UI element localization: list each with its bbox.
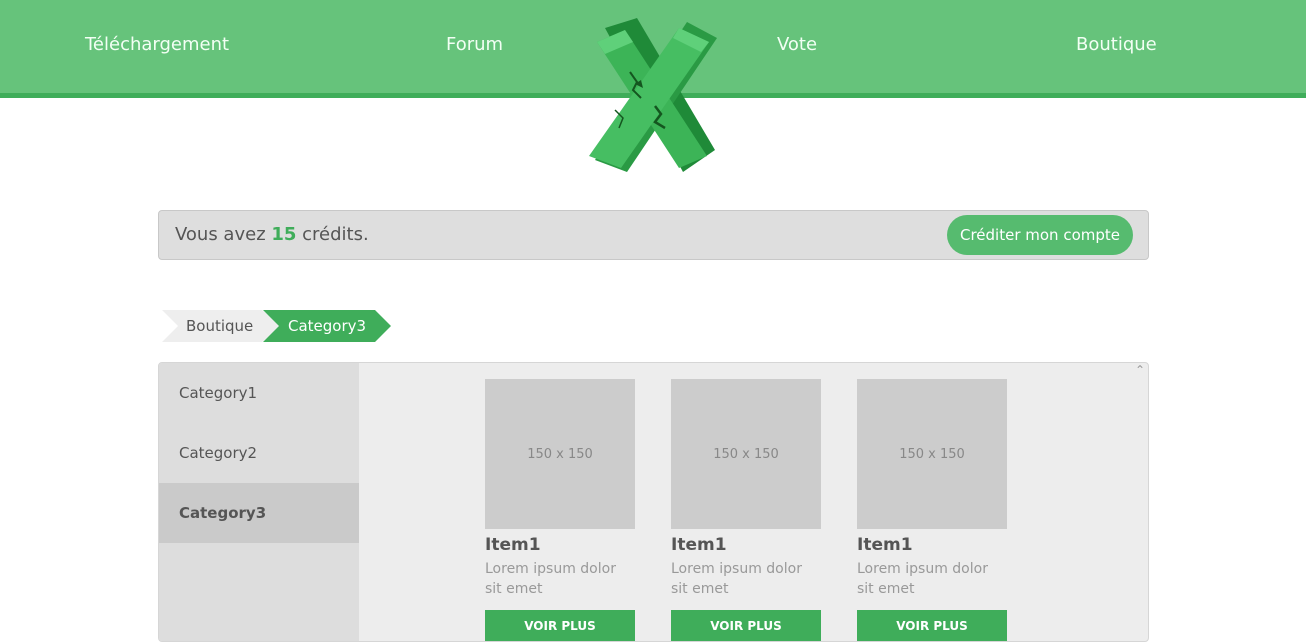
credits-suffix: crédits. [296, 224, 369, 245]
product-description: Lorem ipsum dolor sit emet [485, 561, 616, 597]
sidebar-item-category1[interactable]: Category1 [159, 363, 359, 423]
scroll-up-icon[interactable]: ⌃ [1135, 363, 1145, 377]
product-title: Item1 [671, 535, 727, 555]
nav-link-vote[interactable]: Vote [777, 34, 817, 55]
credits-bar: Vous avez 15 crédits. Créditer mon compt… [158, 210, 1149, 260]
product-thumbnail: 150 x 150 [857, 379, 1007, 529]
credits-prefix: Vous avez [175, 224, 272, 245]
nav-link-telechargement[interactable]: Téléchargement [85, 34, 229, 55]
credits-amount: 15 [271, 224, 297, 245]
product-card: 150 x 150 Item1 Lorem ipsum dolor sit em… [485, 379, 635, 641]
view-more-button[interactable]: VOIR PLUS [857, 610, 1007, 641]
sidebar-item-category3[interactable]: Category3 [159, 483, 359, 543]
product-thumbnail: 150 x 150 [485, 379, 635, 529]
nav-link-forum[interactable]: Forum [446, 34, 503, 55]
shop-panel: Category1 Category2 Category3 ⌃ 150 x 15… [158, 362, 1149, 642]
breadcrumb-category3[interactable]: Category3 [263, 310, 391, 342]
view-more-button[interactable]: VOIR PLUS [671, 610, 821, 641]
sidebar-item-category2[interactable]: Category2 [159, 423, 359, 483]
product-thumbnail: 150 x 150 [671, 379, 821, 529]
breadcrumb-boutique[interactable]: Boutique [162, 310, 282, 342]
category-sidebar: Category1 Category2 Category3 [159, 363, 359, 641]
credit-account-button[interactable]: Créditer mon compte [946, 215, 1133, 255]
nav-link-boutique[interactable]: Boutique [1076, 34, 1157, 55]
product-card: 150 x 150 Item1 Lorem ipsum dolor sit em… [857, 379, 1007, 641]
green-x-logo-icon[interactable] [575, 10, 725, 180]
product-card: 150 x 150 Item1 Lorem ipsum dolor sit em… [671, 379, 821, 641]
product-title: Item1 [857, 535, 913, 555]
product-description: Lorem ipsum dolor sit emet [671, 561, 802, 597]
product-title: Item1 [485, 535, 541, 555]
view-more-button[interactable]: VOIR PLUS [485, 610, 635, 641]
credits-text: Vous avez 15 crédits. [175, 224, 369, 245]
product-description: Lorem ipsum dolor sit emet [857, 561, 988, 597]
